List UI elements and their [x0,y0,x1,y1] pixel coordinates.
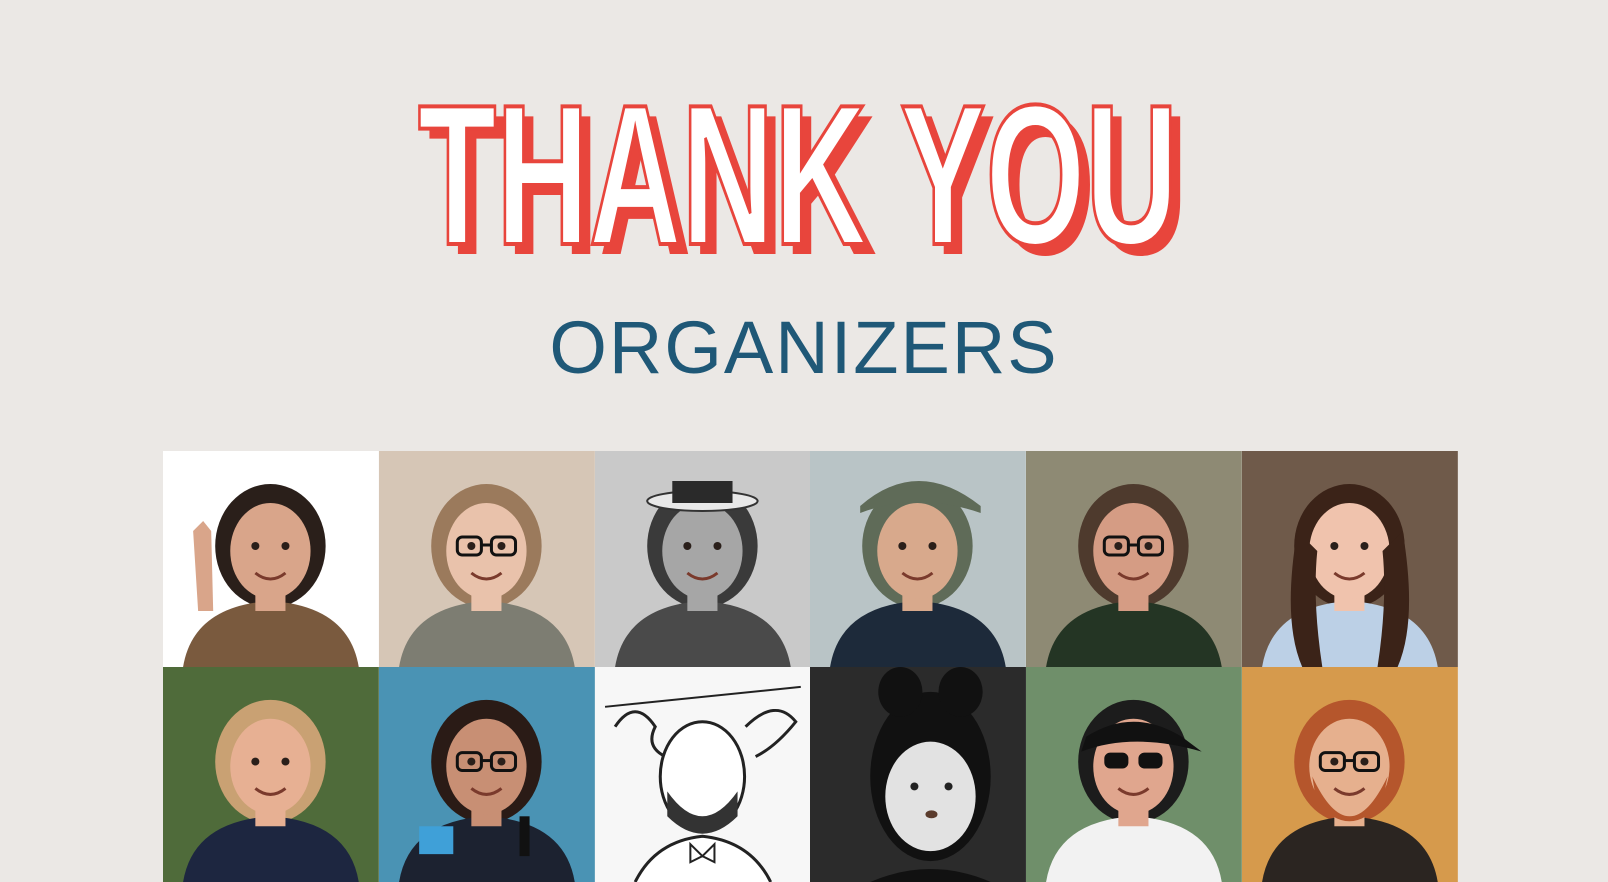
organizer-photo-7 [163,667,379,882]
title-text: THANK YOU [418,64,1178,280]
organizers-heading: ORGANIZERS [549,306,1059,389]
organizer-photo-10 [810,667,1027,882]
thank-you-slide: THANK YOU THANK YOU ORGANIZERS [0,0,1608,882]
organizer-photo-2 [378,451,595,667]
thank-you-title: THANK YOU THANK YOU [416,62,1188,280]
organizer-photo-12 [1242,667,1458,882]
organizer-photo-grid [163,451,1458,882]
organizer-photo-11 [1026,667,1243,882]
organizer-photo-1 [163,451,379,667]
organizer-photo-6 [1242,451,1458,667]
organizer-photo-8 [378,667,595,882]
organizer-photo-3 [594,451,811,667]
organizer-photo-5 [1026,451,1243,667]
organizer-photo-4 [810,451,1027,667]
organizer-photo-9 [594,667,811,882]
